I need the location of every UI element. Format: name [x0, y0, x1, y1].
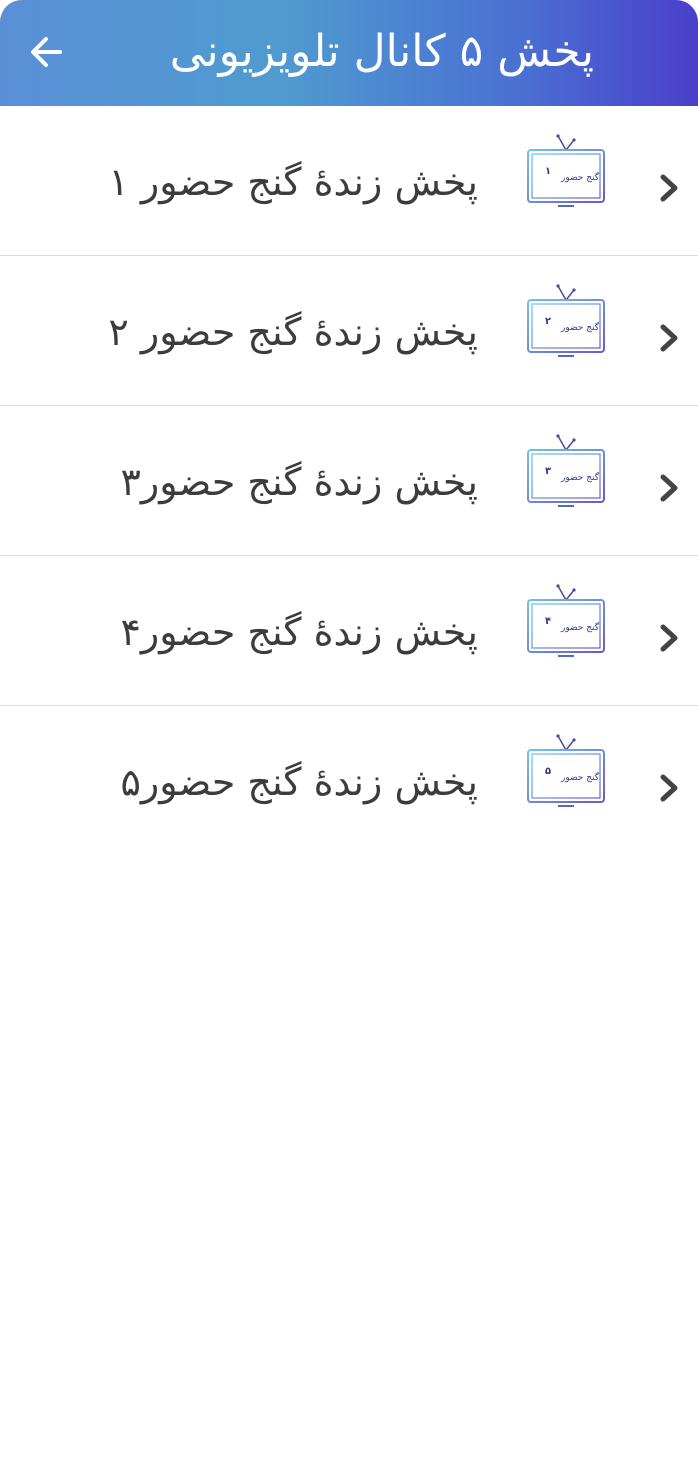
- logo-number: ۵: [545, 766, 551, 777]
- chevron-right-icon: [660, 174, 678, 202]
- app-header: پخش ۵ کانال تلویزیونی: [0, 0, 698, 106]
- chevron-right-icon: [660, 324, 678, 352]
- channel-label: پخش زندهٔ گنج حضور۴: [120, 610, 478, 654]
- chevron-right-icon: [660, 474, 678, 502]
- channel-label: پخش زندهٔ گنج حضور۵: [120, 760, 478, 804]
- logo-number: ۳: [545, 466, 551, 477]
- tv-icon: گنج حضور ۴: [527, 584, 605, 657]
- back-button[interactable]: [22, 30, 70, 74]
- channel-row-5[interactable]: گنج حضور ۵ پخش زندهٔ گنج حضور۵: [0, 706, 698, 855]
- logo-number: ۲: [545, 316, 551, 327]
- channel-row-4[interactable]: گنج حضور ۴ پخش زندهٔ گنج حضور۴: [0, 556, 698, 706]
- tv-icon: گنج حضور ۵: [527, 734, 605, 807]
- channel-row-2[interactable]: گنج حضور ۲ پخش زندهٔ گنج حضور ۲: [0, 256, 698, 406]
- chevron-right-icon: [660, 624, 678, 652]
- logo-text: گنج حضور: [560, 321, 600, 333]
- page-title: پخش ۵ کانال تلویزیونی: [169, 26, 594, 77]
- logo-number: ۱: [545, 166, 551, 177]
- channel-label: پخش زندهٔ گنج حضور ۲: [108, 310, 478, 354]
- tv-icon: گنج حضور ۱: [527, 134, 605, 207]
- channel-list: گنج حضور ۱ پخش زندهٔ گنج حضور ۱ گنج حضور…: [0, 106, 698, 855]
- channel-label: پخش زندهٔ گنج حضور۳: [120, 460, 478, 504]
- channel-label: پخش زندهٔ گنج حضور ۱: [108, 160, 478, 204]
- logo-text: گنج حضور: [560, 621, 600, 633]
- channel-row-1[interactable]: گنج حضور ۱ پخش زندهٔ گنج حضور ۱: [0, 106, 698, 256]
- logo-text: گنج حضور: [560, 471, 600, 483]
- logo-text: گنج حضور: [560, 771, 600, 783]
- logo-number: ۴: [545, 616, 551, 627]
- arrow-left-icon: [31, 37, 62, 67]
- channel-row-3[interactable]: گنج حضور ۳ پخش زندهٔ گنج حضور۳: [0, 406, 698, 556]
- tv-icon: گنج حضور ۲: [527, 284, 605, 357]
- logo-text: گنج حضور: [560, 171, 600, 183]
- tv-icon: گنج حضور ۳: [527, 434, 605, 507]
- chevron-right-icon: [660, 774, 678, 802]
